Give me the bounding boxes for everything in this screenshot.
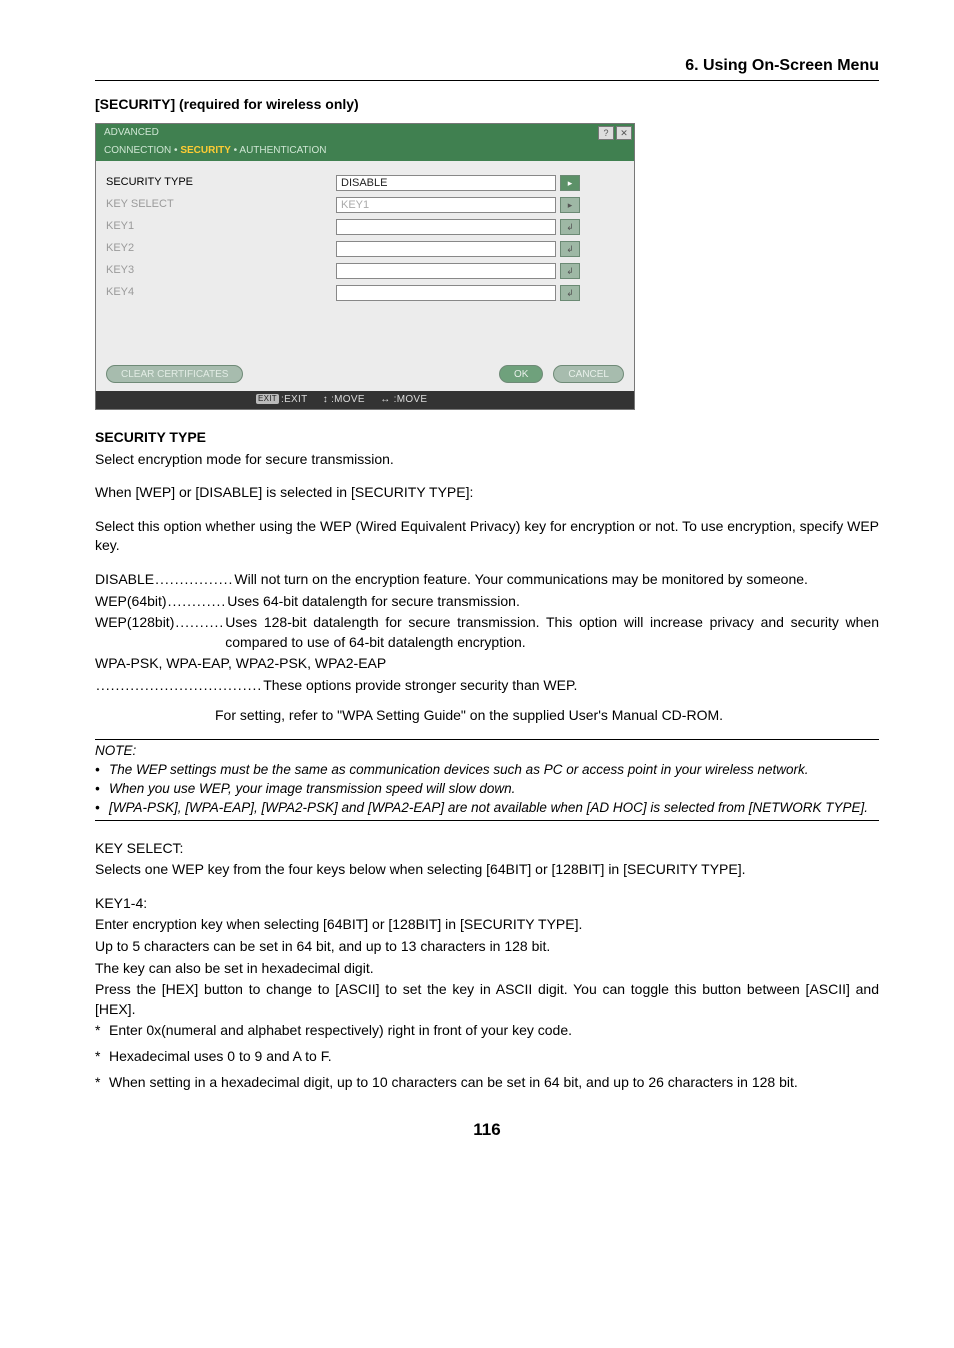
exit-key-icon: EXIT	[256, 394, 279, 404]
note-item-1: The WEP settings must be the same as com…	[109, 761, 879, 780]
when-line: When [WEP] or [DISABLE] is selected in […	[95, 483, 879, 503]
clear-certificates-button: CLEAR CERTIFICATES	[106, 365, 243, 383]
key4-label: KEY4	[106, 285, 336, 300]
key3-value	[336, 263, 556, 279]
osd-footer: EXIT:EXIT ↕ :MOVE ↔ :MOVE	[96, 391, 634, 409]
chevron-right-icon[interactable]: ▸	[560, 175, 580, 191]
asterisk-icon: *	[95, 1047, 109, 1067]
star-item-2: Hexadecimal uses 0 to 9 and A to F.	[109, 1047, 879, 1067]
key1-label: KEY1	[106, 219, 336, 234]
select-option-para: Select this option whether using the WEP…	[95, 517, 879, 556]
note-heading: NOTE:	[95, 742, 879, 761]
footer-exit: :EXIT	[281, 394, 307, 405]
note-item-2: When you use WEP, your image transmissio…	[109, 780, 879, 799]
footer-move-horizontal: ↔ :MOVE	[380, 394, 427, 405]
close-icon[interactable]: ✕	[616, 126, 632, 140]
asterisk-icon: *	[95, 1021, 109, 1041]
key-select-desc: Selects one WEP key from the four keys b…	[95, 860, 879, 880]
page-number: 116	[95, 1118, 879, 1142]
cancel-button[interactable]: CANCEL	[553, 365, 624, 383]
enter-icon: ↲	[560, 241, 580, 257]
def-wep64-term: WEP(64bit)	[95, 592, 167, 612]
wpa-setting-ref: For setting, refer to "WPA Setting Guide…	[215, 706, 879, 726]
leader-dots: ..................................	[95, 676, 263, 696]
key14-heading: KEY1-4:	[95, 894, 879, 914]
def-wep128-term: WEP(128bit)	[95, 613, 174, 652]
def-wep64-desc: Uses 64-bit datalength for secure transm…	[227, 592, 879, 612]
help-icon[interactable]: ?	[598, 126, 614, 140]
key-select-label: KEY SELECT	[106, 197, 336, 212]
key-select-heading: KEY SELECT:	[95, 839, 879, 859]
star-item-3: When setting in a hexadecimal digit, up …	[109, 1073, 879, 1093]
tab-connection[interactable]: CONNECTION	[104, 145, 171, 156]
def-disable-desc: Will not turn on the encryption feature.…	[234, 570, 879, 590]
star-item-1: Enter 0x(numeral and alphabet respective…	[109, 1021, 879, 1041]
security-type-value[interactable]: DISABLE	[336, 175, 556, 191]
key14-line4: Press the [HEX] button to change to [ASC…	[95, 980, 879, 1019]
subsection-title: [SECURITY] (required for wireless only)	[95, 95, 879, 115]
tab-security[interactable]: SECURITY	[180, 145, 231, 156]
def-wpa-term: WPA-PSK, WPA-EAP, WPA2-PSK, WPA2-EAP	[95, 654, 386, 674]
osd-title: ADVANCED	[104, 126, 159, 140]
chevron-right-icon: ▸	[560, 197, 580, 213]
key14-line3: The key can also be set in hexadecimal d…	[95, 959, 879, 979]
bullet-icon: •	[95, 761, 109, 780]
def-disable-term: DISABLE	[95, 570, 154, 590]
section-header: 6. Using On-Screen Menu	[95, 55, 879, 81]
enter-icon: ↲	[560, 263, 580, 279]
osd-dialog: ADVANCED ? ✕ CONNECTION • SECURITY • AUT…	[95, 123, 635, 410]
enter-icon: ↲	[560, 219, 580, 235]
ok-button[interactable]: OK	[499, 365, 543, 383]
key4-value	[336, 285, 556, 301]
key-select-value: KEY1	[336, 197, 556, 213]
security-type-label: SECURITY TYPE	[106, 175, 336, 190]
osd-tab-strip: CONNECTION • SECURITY • AUTHENTICATION	[96, 142, 634, 161]
def-wep128-desc: Uses 128-bit datalength for secure trans…	[225, 613, 879, 652]
bullet-icon: •	[95, 780, 109, 799]
enter-icon: ↲	[560, 285, 580, 301]
security-type-heading: SECURITY TYPE	[95, 429, 206, 445]
leader-dots: ................	[154, 570, 234, 590]
note-item-3: [WPA-PSK], [WPA-EAP], [WPA2-PSK] and [WP…	[109, 799, 879, 818]
tab-authentication[interactable]: AUTHENTICATION	[239, 145, 326, 156]
footer-move-vertical: ↕ :MOVE	[323, 394, 365, 405]
security-type-desc: Select encryption mode for secure transm…	[95, 450, 879, 470]
key2-label: KEY2	[106, 241, 336, 256]
key1-value	[336, 219, 556, 235]
bullet-icon: •	[95, 799, 109, 818]
key2-value	[336, 241, 556, 257]
dot-icon: •	[234, 145, 238, 156]
leader-dots: ............	[167, 592, 228, 612]
asterisk-icon: *	[95, 1073, 109, 1093]
dot-icon: •	[174, 145, 178, 156]
def-wpa-desc: These options provide stronger security …	[263, 676, 879, 696]
leader-dots: ..........	[174, 613, 225, 652]
key14-line2: Up to 5 characters can be set in 64 bit,…	[95, 937, 879, 957]
key14-line1: Enter encryption key when selecting [64B…	[95, 915, 879, 935]
key3-label: KEY3	[106, 263, 336, 278]
